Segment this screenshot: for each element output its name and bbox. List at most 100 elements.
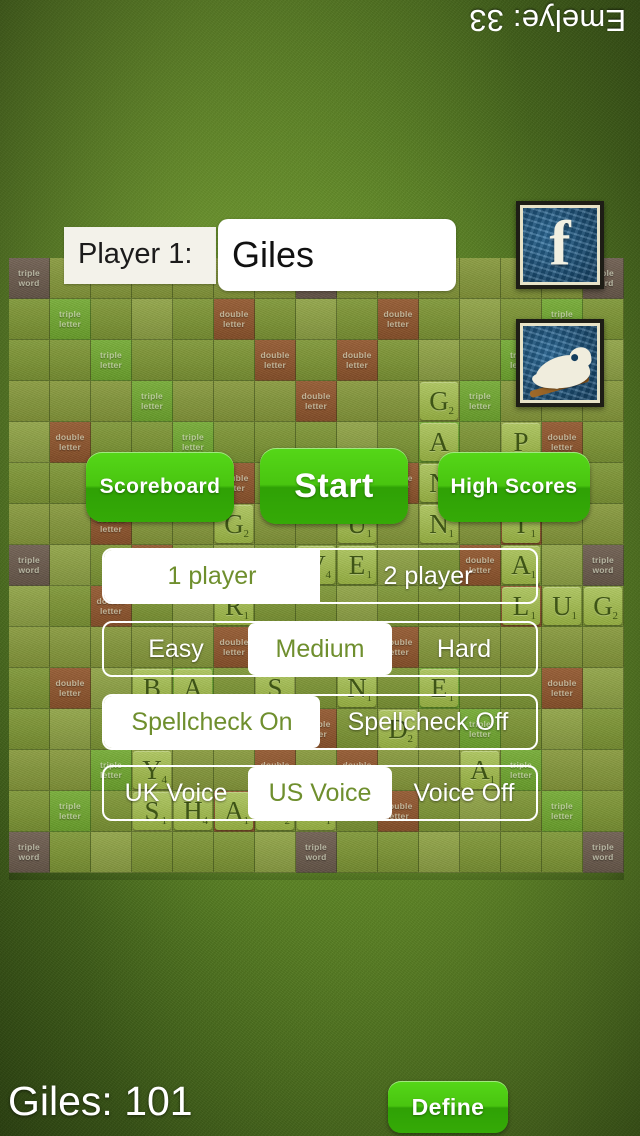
board-cell[interactable] (9, 709, 50, 750)
segment-option-voice-2[interactable]: Voice Off (392, 767, 536, 819)
board-cell[interactable] (337, 832, 378, 873)
board-cell[interactable] (9, 463, 50, 504)
board-cell[interactable] (542, 545, 583, 586)
board-cell[interactable] (50, 586, 91, 627)
board-cell[interactable] (91, 832, 132, 873)
board-cell[interactable] (9, 422, 50, 463)
difficulty-segmented-control[interactable]: Easy Medium Hard (102, 621, 538, 677)
board-cell[interactable] (173, 299, 214, 340)
board-cell[interactable] (460, 299, 501, 340)
board-cell[interactable] (50, 463, 91, 504)
start-button[interactable]: Start (260, 448, 408, 524)
board-cell[interactable] (460, 258, 501, 299)
board-cell[interactable]: G2 (419, 381, 460, 422)
board-cell[interactable] (255, 299, 296, 340)
board-cell[interactable] (419, 832, 460, 873)
segment-option-difficulty-1[interactable]: Medium (248, 623, 392, 675)
board-cell[interactable] (9, 791, 50, 832)
board-cell[interactable] (50, 545, 91, 586)
board-cell[interactable]: tripleletter (542, 791, 583, 832)
board-cell[interactable] (173, 381, 214, 422)
board-cell[interactable]: tripleletter (460, 381, 501, 422)
board-cell[interactable] (378, 832, 419, 873)
segment-option-difficulty-2[interactable]: Hard (392, 623, 536, 675)
board-cell[interactable] (583, 709, 624, 750)
board-cell[interactable]: tripleletter (132, 381, 173, 422)
board-cell[interactable] (583, 791, 624, 832)
board-cell[interactable] (50, 750, 91, 791)
board-cell[interactable]: tripleword (9, 258, 50, 299)
board-cell[interactable] (132, 340, 173, 381)
define-button[interactable]: Define (388, 1081, 508, 1133)
board-cell[interactable] (583, 422, 624, 463)
board-tile[interactable]: G2 (584, 587, 622, 625)
board-cell[interactable]: tripleletter (50, 791, 91, 832)
board-cell[interactable] (214, 381, 255, 422)
board-cell[interactable] (50, 504, 91, 545)
board-cell[interactable] (583, 750, 624, 791)
board-cell[interactable] (132, 832, 173, 873)
board-cell[interactable] (9, 750, 50, 791)
board-cell[interactable] (132, 299, 173, 340)
board-cell[interactable] (460, 340, 501, 381)
board-cell[interactable]: tripleword (296, 832, 337, 873)
board-cell[interactable]: G2 (583, 586, 624, 627)
board-cell[interactable] (542, 627, 583, 668)
board-cell[interactable]: tripleword (9, 545, 50, 586)
board-cell[interactable]: doubleletter (378, 299, 419, 340)
facebook-icon[interactable]: f (516, 201, 604, 289)
board-cell[interactable]: doubleletter (296, 381, 337, 422)
board-cell[interactable] (91, 299, 132, 340)
board-tile[interactable]: G2 (420, 382, 458, 420)
board-cell[interactable]: doubleletter (214, 299, 255, 340)
board-cell[interactable] (9, 340, 50, 381)
board-cell[interactable] (337, 381, 378, 422)
board-cell[interactable]: doubleletter (255, 340, 296, 381)
segment-option-players-0[interactable]: 1 player (104, 550, 320, 602)
board-cell[interactable]: doubleletter (50, 422, 91, 463)
segment-option-difficulty-0[interactable]: Easy (104, 623, 248, 675)
board-cell[interactable] (378, 340, 419, 381)
board-cell[interactable] (91, 381, 132, 422)
board-cell[interactable] (378, 381, 419, 422)
board-cell[interactable] (255, 381, 296, 422)
board-cell[interactable] (50, 709, 91, 750)
board-cell[interactable] (419, 340, 460, 381)
board-cell[interactable] (255, 832, 296, 873)
board-cell[interactable] (9, 627, 50, 668)
twitter-icon[interactable] (516, 319, 604, 407)
board-cell[interactable] (214, 832, 255, 873)
board-cell[interactable] (173, 832, 214, 873)
board-cell[interactable] (542, 750, 583, 791)
segment-option-voice-1[interactable]: US Voice (248, 767, 392, 819)
board-cell[interactable] (50, 627, 91, 668)
board-cell[interactable] (214, 340, 255, 381)
board-cell[interactable]: doubleletter (50, 668, 91, 709)
scoreboard-button[interactable]: Scoreboard (86, 452, 234, 522)
segment-option-voice-0[interactable]: UK Voice (104, 767, 248, 819)
board-cell[interactable]: tripleletter (91, 340, 132, 381)
board-cell[interactable] (173, 340, 214, 381)
board-cell[interactable] (583, 668, 624, 709)
board-cell[interactable] (9, 504, 50, 545)
board-cell[interactable] (50, 832, 91, 873)
board-cell[interactable] (9, 586, 50, 627)
board-cell[interactable] (583, 627, 624, 668)
board-cell[interactable]: doubleletter (337, 340, 378, 381)
board-cell[interactable]: tripleword (9, 832, 50, 873)
high-scores-button[interactable]: High Scores (438, 452, 590, 522)
board-cell[interactable] (9, 668, 50, 709)
board-cell[interactable] (50, 340, 91, 381)
board-cell[interactable] (542, 709, 583, 750)
spellcheck-segmented-control[interactable]: Spellcheck On Spellcheck Off (102, 694, 538, 750)
board-cell[interactable]: U1 (542, 586, 583, 627)
board-cell[interactable] (9, 381, 50, 422)
segment-option-spellcheck-1[interactable]: Spellcheck Off (320, 696, 536, 748)
voice-segmented-control[interactable]: UK Voice US Voice Voice Off (102, 765, 538, 821)
board-cell[interactable] (296, 299, 337, 340)
board-cell[interactable]: tripleletter (50, 299, 91, 340)
board-cell[interactable] (419, 299, 460, 340)
board-cell[interactable] (296, 340, 337, 381)
board-cell[interactable] (542, 832, 583, 873)
board-cell[interactable] (50, 381, 91, 422)
